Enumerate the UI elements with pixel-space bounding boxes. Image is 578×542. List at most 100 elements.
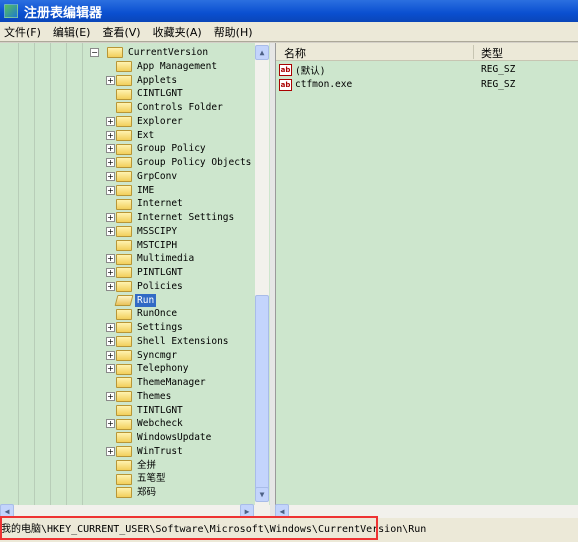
expand-icon[interactable]: + xyxy=(106,171,115,181)
tree-node[interactable]: + Internet Settings xyxy=(106,211,236,225)
expand-icon[interactable]: + xyxy=(106,75,115,85)
scroll-thumb[interactable] xyxy=(255,295,269,490)
tree-vertical-scrollbar[interactable]: ▲ ▼ xyxy=(255,43,269,505)
column-type[interactable]: 类型 xyxy=(481,45,503,61)
folder-icon xyxy=(116,487,132,499)
tree-node[interactable]: TINTLGNT xyxy=(116,404,185,418)
expand-icon[interactable]: + xyxy=(106,226,115,236)
expand-icon[interactable]: + xyxy=(106,144,115,154)
value-row[interactable]: ab (默认) REG_SZ xyxy=(279,62,578,77)
folder-icon xyxy=(116,281,132,293)
string-value-icon: ab xyxy=(279,78,292,91)
tree-node-label: Ext xyxy=(137,129,155,141)
folder-icon xyxy=(116,184,132,196)
expand-icon[interactable]: + xyxy=(106,391,115,401)
menu-bar: 文件(F) 编辑(E) 查看(V) 收藏夹(A) 帮助(H) xyxy=(0,22,578,42)
tree-node[interactable]: + Policies xyxy=(106,280,185,294)
tree-node[interactable]: App Management xyxy=(116,60,219,74)
tree-node[interactable]: WindowsUpdate xyxy=(116,431,213,445)
folder-icon xyxy=(116,143,132,155)
folder-icon xyxy=(116,432,132,444)
tree-node[interactable]: + Shell Extensions xyxy=(106,335,231,349)
highlight-box xyxy=(0,516,378,540)
folder-icon xyxy=(116,459,132,471)
value-row[interactable]: ab ctfmon.exe REG_SZ xyxy=(279,77,578,92)
menu-file[interactable]: 文件(F) xyxy=(0,24,49,40)
tree-node-label: WinTrust xyxy=(137,445,183,457)
expand-icon[interactable]: + xyxy=(106,446,115,456)
tree-node[interactable]: + Themes xyxy=(106,390,173,404)
folder-icon xyxy=(116,226,132,238)
column-name[interactable]: 名称 xyxy=(284,45,306,61)
tree-node[interactable]: Run xyxy=(114,293,157,308)
tree-node[interactable]: + Explorer xyxy=(106,115,185,129)
expand-icon[interactable]: + xyxy=(106,336,115,346)
tree-node[interactable]: ThemeManager xyxy=(116,376,208,390)
menu-view[interactable]: 查看(V) xyxy=(98,24,148,40)
tree-node[interactable]: + Group Policy xyxy=(106,142,208,156)
tree-node-label: RunOnce xyxy=(137,308,178,320)
tree-node[interactable]: RunOnce xyxy=(116,307,179,321)
tree-node-currentversion[interactable]: − CurrentVersion xyxy=(90,46,210,60)
tree-node[interactable]: + Ext xyxy=(106,129,156,143)
expand-icon[interactable]: + xyxy=(106,185,115,195)
tree-node-label: Controls Folder xyxy=(137,102,223,113)
tree-node[interactable]: 五笔型 xyxy=(116,472,168,486)
tree-node[interactable]: 郑码 xyxy=(116,486,158,500)
tree-node[interactable]: + Applets xyxy=(106,74,179,88)
folder-icon xyxy=(116,473,132,485)
tree-node[interactable]: + WinTrust xyxy=(106,445,185,459)
expand-icon[interactable]: + xyxy=(106,213,115,222)
key-tree: − CurrentVersion App Management + Applets C… xyxy=(0,43,270,505)
tree-node[interactable]: MSTCIPH xyxy=(116,239,179,253)
expand-icon[interactable]: + xyxy=(106,281,115,291)
tree-node-label: App Management xyxy=(137,60,218,72)
expand-icon[interactable]: + xyxy=(106,268,115,277)
folder-icon xyxy=(116,404,132,416)
collapse-icon[interactable]: − xyxy=(90,48,99,58)
tree-node[interactable]: + PINTLGNT xyxy=(106,266,185,280)
menu-favorites[interactable]: 收藏夹(A) xyxy=(149,24,210,40)
tree-node[interactable]: Controls Folder xyxy=(116,101,225,115)
tree-node[interactable]: + MSSCIPY xyxy=(106,225,179,239)
tree-node[interactable]: + Group Policy Objects xyxy=(106,156,253,170)
tree-node-label: Internet xyxy=(137,198,183,210)
tree-node-label: 全拼 xyxy=(137,459,157,471)
scroll-down-icon[interactable]: ▼ xyxy=(255,487,269,502)
tree-node-label: Webcheck xyxy=(137,418,183,430)
folder-icon xyxy=(116,171,132,183)
expand-icon[interactable]: + xyxy=(106,419,115,429)
folder-icon xyxy=(116,377,132,389)
tree-node[interactable]: + IME xyxy=(106,184,156,198)
folder-icon xyxy=(116,61,132,73)
expand-icon[interactable]: + xyxy=(106,350,115,360)
tree-node[interactable]: + Settings xyxy=(106,321,185,335)
tree-node-label: Syncmgr xyxy=(137,349,178,361)
expand-icon[interactable]: + xyxy=(106,364,115,374)
expand-icon[interactable]: + xyxy=(106,130,115,140)
tree-node[interactable]: + Multimedia xyxy=(106,252,196,266)
tree-node[interactable]: + Telephony xyxy=(106,362,190,376)
tree-node[interactable]: + Syncmgr xyxy=(106,349,179,363)
folder-icon xyxy=(116,336,132,348)
tree-node[interactable]: Internet xyxy=(116,197,185,211)
folder-icon xyxy=(116,253,132,265)
folder-icon xyxy=(116,198,132,210)
tree-node[interactable]: + GrpConv xyxy=(106,170,179,184)
expand-icon[interactable]: + xyxy=(106,254,115,264)
tree-node[interactable]: CINTLGNT xyxy=(116,87,185,101)
folder-icon xyxy=(116,129,132,141)
scroll-up-icon[interactable]: ▲ xyxy=(255,45,269,60)
tree-node-label: 五笔型 xyxy=(137,473,166,485)
tree-node-label: 郑码 xyxy=(137,487,157,498)
tree-node-label: MSTCIPH xyxy=(137,239,178,251)
tree-node[interactable]: 全拼 xyxy=(116,459,158,473)
expand-icon[interactable]: + xyxy=(106,158,115,167)
menu-help[interactable]: 帮助(H) xyxy=(210,24,261,40)
tree-node-label: Telephony xyxy=(137,363,189,375)
expand-icon[interactable]: + xyxy=(106,116,115,126)
folder-icon xyxy=(116,322,132,334)
expand-icon[interactable]: + xyxy=(106,323,115,332)
menu-edit[interactable]: 编辑(E) xyxy=(49,24,99,40)
tree-node[interactable]: + Webcheck xyxy=(106,417,185,431)
